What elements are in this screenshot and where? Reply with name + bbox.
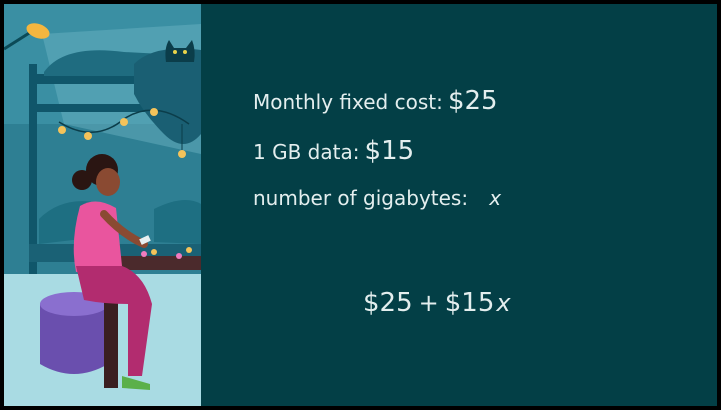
gigabytes-label: number of gigabytes: [253, 186, 469, 210]
expression-term-fixed: $25 [363, 288, 413, 318]
expression-operator: + [418, 289, 439, 317]
data-cost-value: $15 [364, 136, 415, 166]
student-at-desk-illustration [4, 4, 201, 406]
expression-term-rate: $15 [444, 288, 495, 318]
gigabytes-variable: x [489, 186, 502, 210]
fixed-cost-value: $25 [447, 86, 498, 116]
fixed-cost-line: Monthly fixed cost: $25 [253, 86, 498, 116]
fixed-cost-label: Monthly fixed cost: [253, 90, 443, 114]
slide: Monthly fixed cost: $25 1 GB data: $15 n… [4, 4, 717, 406]
slide-frame: Monthly fixed cost: $25 1 GB data: $15 n… [0, 0, 721, 410]
cost-expression: $25 + $15x [363, 288, 511, 318]
expression-variable: x [496, 289, 511, 317]
data-cost-line: 1 GB data: $15 [253, 136, 414, 166]
gigabytes-line: number of gigabytes: x [253, 186, 501, 210]
content-panel: Monthly fixed cost: $25 1 GB data: $15 n… [201, 4, 717, 406]
data-cost-label: 1 GB data: [253, 140, 360, 164]
